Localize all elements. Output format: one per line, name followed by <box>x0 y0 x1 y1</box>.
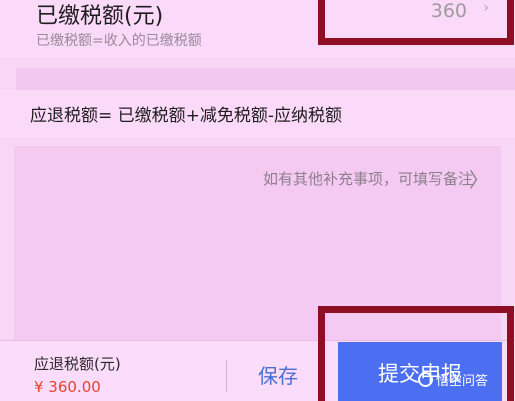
section-divider <box>16 68 515 90</box>
footer-divider <box>226 360 227 392</box>
refund-due-amount: ¥ 360.00 <box>34 378 101 396</box>
remark-placeholder[interactable]: 如有其他补充事项，可填写备注 <box>263 168 473 189</box>
annotation-box-submit <box>318 306 514 401</box>
refund-formula-text: 应退税额= 已缴税额+减免税额-应纳税额 <box>30 106 343 126</box>
save-button[interactable]: 保存 <box>258 360 298 389</box>
refund-due-label: 应退税额(元) <box>34 355 121 373</box>
paid-tax-hint: 已缴税额=收入的已缴税额 <box>36 33 202 49</box>
chevron-right-icon: 〉 <box>469 168 489 192</box>
paid-tax-label: 已缴税额(元) <box>36 4 164 29</box>
annotation-box-value <box>318 0 514 45</box>
